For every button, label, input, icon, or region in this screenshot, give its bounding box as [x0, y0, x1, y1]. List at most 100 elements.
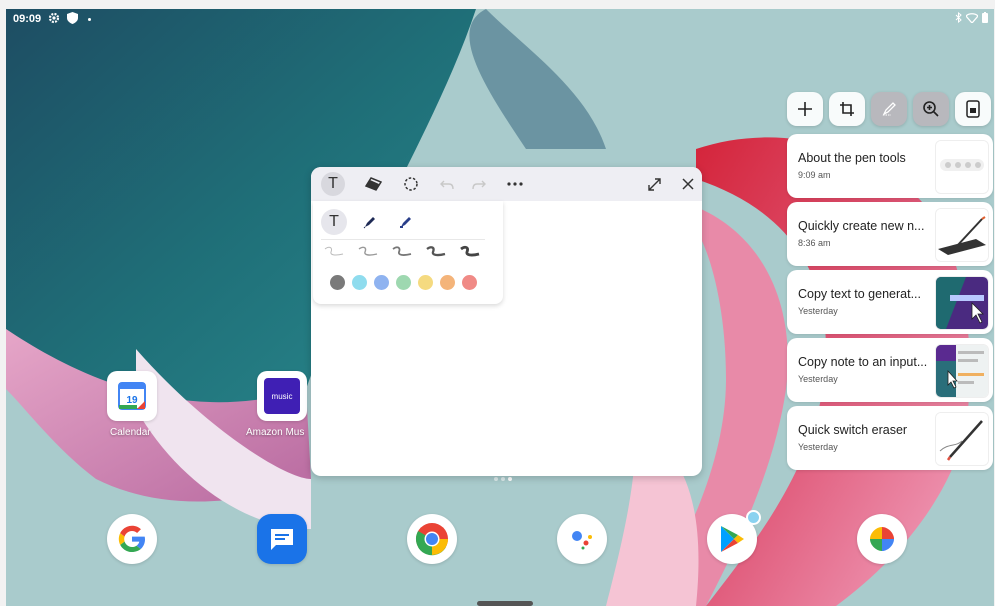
page-dot — [494, 477, 498, 481]
undo-button[interactable] — [435, 172, 459, 196]
battery-icon — [982, 12, 988, 26]
redo-icon — [472, 180, 486, 190]
note-window[interactable]: T T — [311, 167, 702, 476]
color-swatch[interactable] — [396, 275, 411, 290]
card-time: 8:36 am — [798, 238, 831, 248]
redo-button[interactable] — [467, 172, 491, 196]
google-photos-app-icon[interactable] — [857, 514, 907, 564]
card-thumbnail — [935, 344, 989, 398]
settings-icon — [48, 12, 60, 27]
eraser-tool-button[interactable] — [361, 172, 385, 196]
card-title: Copy text to generat... — [798, 287, 921, 301]
shield-icon — [67, 12, 78, 27]
calendar-app-icon[interactable]: 19 — [107, 371, 157, 421]
notification-dot-icon — [88, 18, 91, 21]
stroke-light-icon[interactable] — [357, 245, 379, 259]
text-icon: T — [329, 213, 339, 230]
status-bar: 09:09 — [6, 9, 994, 31]
text-pen-option[interactable]: T — [321, 209, 347, 235]
wifi-icon — [965, 12, 979, 26]
undo-icon — [440, 180, 454, 190]
color-swatch[interactable] — [462, 275, 477, 290]
google-assistant-app-icon[interactable] — [557, 514, 607, 564]
text-icon: T — [328, 175, 338, 192]
page-indicator — [494, 477, 512, 481]
notification-badge-icon — [746, 510, 761, 525]
tip-card-copy-note[interactable]: Copy note to an input... Yesterday — [787, 338, 993, 402]
amazon-music-app-icon[interactable]: music — [257, 371, 307, 421]
status-time: 09:09 — [13, 13, 42, 25]
card-thumbnail — [935, 276, 989, 330]
stroke-thin-icon[interactable] — [323, 245, 345, 259]
color-swatch[interactable] — [374, 275, 389, 290]
card-title: Quick switch eraser — [798, 423, 908, 437]
tip-card-switch-eraser[interactable]: Quick switch eraser Yesterday — [787, 406, 993, 470]
pen-button[interactable] — [871, 92, 907, 126]
card-title: About the pen tools — [798, 151, 906, 165]
more-icon — [507, 182, 523, 186]
color-swatch[interactable] — [352, 275, 367, 290]
play-store-app-icon[interactable] — [707, 510, 761, 564]
card-time: Yesterday — [798, 442, 838, 452]
amazon-music-app-label: Amazon Mus — [246, 427, 305, 438]
bluetooth-icon — [955, 11, 962, 26]
stroke-width-row — [323, 245, 481, 259]
zoom-in-icon — [923, 101, 939, 117]
page-dot — [501, 477, 505, 481]
status-right-icons — [955, 11, 988, 26]
color-row — [330, 275, 477, 290]
card-time: 9:09 am — [798, 170, 831, 180]
note-button[interactable] — [955, 92, 991, 126]
crop-button[interactable] — [829, 92, 865, 126]
zoom-button[interactable] — [913, 92, 949, 126]
pen-tools-bar — [787, 92, 991, 126]
screen: 09:09 19 Calendar music Amazon Mus T T A… — [6, 9, 994, 606]
card-thumbnail — [935, 208, 989, 262]
calendar-app-label: Calendar — [110, 427, 151, 438]
card-thumbnail — [935, 412, 989, 466]
panel-divider — [321, 239, 485, 240]
lasso-icon — [404, 177, 418, 191]
crop-icon — [840, 102, 854, 116]
color-swatch[interactable] — [330, 275, 345, 290]
marker-icon — [400, 217, 411, 228]
text-tool-button[interactable]: T — [321, 172, 345, 196]
pen-option[interactable] — [357, 209, 383, 235]
tip-card-copy-text[interactable]: Copy text to generat... Yesterday — [787, 270, 993, 334]
pen-type-row: T — [321, 209, 419, 235]
note-icon — [966, 100, 980, 118]
amazon-music-badge: music — [264, 378, 300, 414]
tip-card-create-note[interactable]: Quickly create new n... 8:36 am — [787, 202, 993, 266]
google-app-icon[interactable] — [107, 514, 157, 564]
card-title: Quickly create new n... — [798, 219, 925, 233]
stroke-bold-icon[interactable] — [425, 245, 447, 259]
note-toolbar: T — [311, 167, 702, 201]
color-swatch[interactable] — [418, 275, 433, 290]
add-button[interactable] — [787, 92, 823, 126]
pen-options-panel: T — [313, 201, 503, 304]
more-options-button[interactable] — [503, 172, 527, 196]
card-time: Yesterday — [798, 306, 838, 316]
marker-option[interactable] — [393, 209, 419, 235]
expand-button[interactable] — [642, 172, 666, 196]
close-icon — [682, 178, 694, 190]
plus-icon — [798, 102, 812, 116]
pen-icon — [882, 102, 896, 116]
expand-icon — [647, 177, 661, 191]
calendar-date: 19 — [126, 395, 138, 406]
card-thumbnail — [935, 140, 989, 194]
page-dot-active — [508, 477, 512, 481]
navigation-handle[interactable] — [477, 601, 533, 606]
card-time: Yesterday — [798, 374, 838, 384]
messages-app-icon[interactable] — [257, 514, 307, 564]
close-button[interactable] — [676, 172, 700, 196]
stroke-heavy-icon[interactable] — [459, 245, 481, 259]
eraser-icon — [364, 177, 382, 191]
card-title: Copy note to an input... — [798, 355, 928, 369]
stroke-medium-icon[interactable] — [391, 245, 413, 259]
lasso-tool-button[interactable] — [399, 172, 423, 196]
color-swatch[interactable] — [440, 275, 455, 290]
pen-icon — [363, 217, 375, 229]
tip-card-pen-tools[interactable]: About the pen tools 9:09 am — [787, 134, 993, 198]
chrome-app-icon[interactable] — [407, 514, 457, 564]
